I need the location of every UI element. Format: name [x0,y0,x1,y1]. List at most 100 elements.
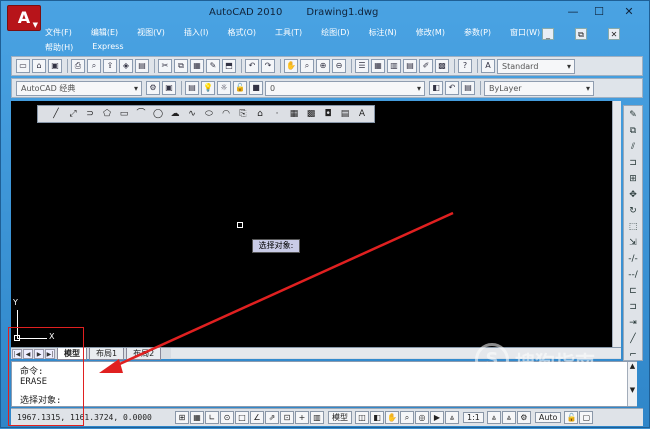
mtext-icon[interactable]: A [354,107,370,121]
layer-combo[interactable]: 0 [265,80,425,96]
copy-icon[interactable]: ⧉ [174,59,188,73]
close-button[interactable]: ✕ [614,3,644,21]
revision-cloud-icon[interactable]: ☁ [167,107,183,121]
layer-on-icon[interactable]: 💡 [201,81,215,95]
menu-item[interactable]: 编辑(E) [91,27,118,38]
mdi-minimize-button[interactable]: _ [542,28,554,40]
menu-item[interactable]: 帮助(H) [45,42,73,53]
layer-freeze-icon[interactable]: ☼ [217,81,231,95]
polar-tracking-icon[interactable]: ⊙ [220,411,234,424]
construction-line-icon[interactable]: ⤢ [65,107,81,121]
dynamic-ucs-icon[interactable]: ⇗ [265,411,279,424]
application-menu-button[interactable]: A ▼ [7,5,41,31]
ellipse-arc-icon[interactable]: ◠ [218,107,234,121]
menu-item[interactable]: 窗口(W) [510,27,540,38]
chamfer-icon[interactable]: ╱ [626,332,640,346]
ellipse-icon[interactable]: ⬭ [201,107,217,121]
sheet-set-icon[interactable]: ▤ [135,59,149,73]
dynamic-input-icon[interactable]: ⊡ [280,411,294,424]
make-block-icon[interactable]: ⌂ [252,107,268,121]
properties-icon[interactable]: ☰ [355,59,369,73]
lineweight-icon[interactable]: + [295,411,309,424]
region-icon[interactable]: ◘ [320,107,336,121]
mdi-restore-button[interactable]: ⧉ [575,28,587,40]
layer-previous-icon[interactable]: ↶ [445,81,459,95]
command-scrollbar[interactable]: ▲ ▼ [627,362,637,406]
showmotion-icon[interactable]: ▶ [430,411,444,424]
menu-item[interactable]: 视图(V) [137,27,165,38]
save-icon[interactable]: ▣ [48,59,62,73]
annotation-scale-combo[interactable]: 1:1 [463,412,484,423]
zoom-realtime-icon[interactable]: ⌕ [300,59,314,73]
auto-scale-icon[interactable]: ⩓ [501,411,516,424]
offset-icon[interactable]: ⊐ [626,156,640,170]
spline-icon[interactable]: ∿ [184,107,200,121]
calculator-icon[interactable]: ▩ [435,59,449,73]
workspace-combo[interactable]: AutoCAD 经典 [16,80,142,96]
mdi-close-button[interactable]: ✕ [608,28,620,40]
zoom-previous-icon[interactable]: ⊖ [332,59,346,73]
menu-item[interactable]: 插入(I) [184,27,209,38]
tool-palettes-icon[interactable]: ▥ [387,59,401,73]
trim-icon[interactable]: -/- [626,252,640,266]
arc-icon[interactable]: ⌒ [133,107,149,121]
make-object-layer-current-icon[interactable]: ◧ [429,81,443,95]
match-properties-icon[interactable]: ✎ [206,59,220,73]
block-editor-icon[interactable]: ⬒ [222,59,236,73]
clean-screen-icon[interactable]: ▢ [579,411,594,424]
annotation-visibility-icon[interactable]: ⩓ [486,411,501,424]
point-icon[interactable]: · [269,107,285,121]
markup-icon[interactable]: ✐ [419,59,433,73]
tab-layout1[interactable]: 布局1 [89,347,125,360]
plot-icon[interactable]: ⎙ [71,59,85,73]
undo-icon[interactable]: ↶ [245,59,259,73]
drawing-canvas[interactable] [11,101,621,348]
zoom-window-icon[interactable]: ⊕ [316,59,330,73]
workspace-save-icon[interactable]: ▣ [162,81,176,95]
copy-icon[interactable]: ⧉ [626,124,640,138]
steering-wheel-icon[interactable]: ◎ [415,411,429,424]
workspace-switching-icon[interactable]: ⚙ [516,411,531,424]
menu-item[interactable]: 参数(P) [464,27,491,38]
maximize-button[interactable]: ☐ [584,3,614,21]
redo-icon[interactable]: ↷ [261,59,275,73]
toolbar-lock-icon[interactable]: 🔓 [564,411,579,424]
insert-block-icon[interactable]: ⎘ [235,107,251,121]
plot-preview-icon[interactable]: ⌕ [87,59,101,73]
vertical-scrollbar[interactable] [612,101,621,348]
break-point-icon[interactable]: ⊏ [626,284,640,298]
polygon-icon[interactable]: ⬠ [99,107,115,121]
menu-item[interactable]: 绘图(D) [321,27,349,38]
3d-dwf-icon[interactable]: ◈ [119,59,133,73]
menu-item[interactable]: 修改(M) [416,27,445,38]
circle-icon[interactable]: ◯ [150,107,166,121]
rectangle-icon[interactable]: ▭ [116,107,132,121]
object-snap-tracking-icon[interactable]: ∠ [250,411,264,424]
grid-display-icon[interactable]: ▦ [190,411,204,424]
new-icon[interactable]: ▭ [16,59,30,73]
layout-icon[interactable]: ◫ [355,411,369,424]
menu-item[interactable]: 工具(T) [275,27,302,38]
pan-icon[interactable]: ✋ [385,411,399,424]
workspace-status-combo[interactable]: Auto [534,412,562,423]
join-icon[interactable]: ⇥ [626,316,640,330]
layer-states-icon[interactable]: ▤ [461,81,475,95]
break-icon[interactable]: ⊐ [626,300,640,314]
extend-icon[interactable]: --/ [626,268,640,282]
rotate-icon[interactable]: ↻ [626,204,640,218]
mirror-icon[interactable]: ⫽ [626,140,640,154]
text-style-combo[interactable]: Standard [497,58,575,74]
tab-layout2[interactable]: 布局2 [126,347,162,360]
sheet-set-manager-icon[interactable]: ▤ [403,59,417,73]
scale-icon[interactable]: ⬚ [626,220,640,234]
menu-item[interactable]: 标注(N) [369,27,397,38]
move-icon[interactable]: ✥ [626,188,640,202]
layer-lock-icon[interactable]: 🔓 [233,81,247,95]
object-snap-icon[interactable]: □ [235,411,249,424]
color-combo[interactable]: ByLayer [484,80,594,96]
menu-item[interactable]: Express [92,42,123,53]
open-icon[interactable]: ⌂ [32,59,46,73]
table-icon[interactable]: ▤ [337,107,353,121]
zoom-icon[interactable]: ⌕ [400,411,414,424]
erase-icon[interactable]: ✎ [626,108,640,122]
